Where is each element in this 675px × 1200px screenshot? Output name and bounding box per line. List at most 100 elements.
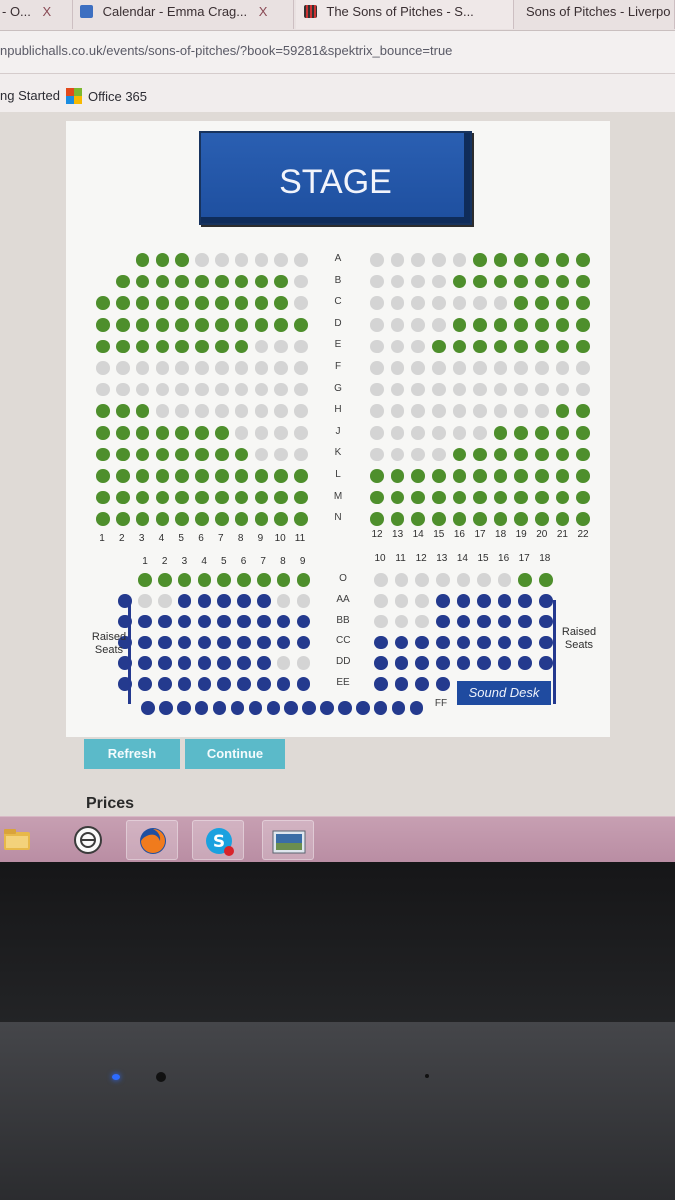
seat[interactable]	[370, 490, 384, 505]
seat[interactable]	[535, 469, 549, 483]
seat[interactable]	[411, 469, 425, 483]
tab-outlook[interactable]: - O... X	[0, 0, 73, 29]
seat[interactable]	[294, 490, 308, 505]
seat[interactable]	[555, 404, 570, 418]
seat[interactable]	[432, 490, 446, 505]
seat[interactable]	[473, 490, 487, 505]
seat[interactable]	[493, 469, 508, 483]
seat[interactable]	[576, 426, 590, 440]
tab-sons-of-pitches[interactable]: The Sons of Pitches - S...	[296, 0, 514, 29]
seat[interactable]	[535, 296, 549, 310]
seat[interactable]	[473, 339, 487, 354]
seat[interactable]	[514, 318, 528, 332]
skype-icon[interactable]: S	[192, 820, 244, 860]
seat[interactable]	[555, 512, 570, 526]
bookmark-office-365[interactable]: Office 365	[66, 88, 147, 104]
seat[interactable]	[135, 426, 150, 440]
seat[interactable]	[518, 573, 532, 587]
seat[interactable]	[576, 490, 590, 505]
seat[interactable]	[155, 296, 170, 310]
seat[interactable]	[96, 404, 110, 418]
seat[interactable]	[234, 318, 249, 332]
seat[interactable]	[215, 469, 229, 483]
seat[interactable]	[116, 512, 130, 526]
seat[interactable]	[195, 318, 209, 332]
close-icon[interactable]: X	[43, 4, 52, 19]
seat[interactable]	[175, 426, 189, 440]
seat[interactable]	[96, 296, 110, 310]
seat[interactable]	[555, 426, 570, 440]
seat[interactable]	[555, 318, 570, 332]
seat[interactable]	[155, 469, 170, 483]
seat[interactable]	[294, 318, 308, 332]
seat[interactable]	[370, 469, 384, 483]
seat[interactable]	[473, 253, 487, 267]
seat[interactable]	[96, 339, 110, 354]
seat[interactable]	[432, 469, 446, 483]
seat[interactable]	[576, 296, 590, 310]
seat[interactable]	[535, 426, 549, 440]
seat[interactable]	[254, 512, 269, 526]
seat[interactable]	[195, 339, 209, 354]
seat[interactable]	[195, 274, 209, 289]
tab-calendar[interactable]: Calendar - Emma Crag... X	[72, 0, 294, 29]
seat[interactable]	[257, 573, 271, 587]
seat[interactable]	[135, 318, 150, 332]
seat[interactable]	[535, 318, 549, 332]
seat[interactable]	[473, 447, 487, 462]
seat[interactable]	[493, 318, 508, 332]
seat[interactable]	[116, 274, 130, 289]
seat[interactable]	[254, 469, 269, 483]
seat[interactable]	[555, 296, 570, 310]
seat[interactable]	[514, 296, 528, 310]
seat[interactable]	[96, 318, 110, 332]
seat[interactable]	[195, 490, 209, 505]
seat[interactable]	[175, 469, 189, 483]
refresh-button[interactable]: Refresh	[84, 739, 180, 769]
seat[interactable]	[155, 318, 170, 332]
folder-icon[interactable]	[0, 820, 46, 860]
seat[interactable]	[535, 339, 549, 354]
seat[interactable]	[576, 339, 590, 354]
circle-app-icon[interactable]	[62, 820, 114, 860]
seat[interactable]	[96, 512, 110, 526]
seat[interactable]	[215, 318, 229, 332]
seat[interactable]	[155, 512, 170, 526]
seat[interactable]	[116, 469, 130, 483]
seat[interactable]	[274, 512, 288, 526]
seat[interactable]	[135, 253, 150, 267]
seat[interactable]	[473, 274, 487, 289]
seat[interactable]	[195, 512, 209, 526]
seat[interactable]	[116, 318, 130, 332]
seat[interactable]	[116, 404, 130, 418]
seat[interactable]	[576, 469, 590, 483]
seat[interactable]	[96, 469, 110, 483]
seat[interactable]	[215, 274, 229, 289]
seat[interactable]	[473, 318, 487, 332]
seat[interactable]	[276, 573, 291, 587]
seat[interactable]	[452, 512, 467, 526]
seat[interactable]	[576, 253, 590, 267]
seat[interactable]	[514, 339, 528, 354]
seat[interactable]	[195, 469, 209, 483]
seat[interactable]	[576, 318, 590, 332]
seat[interactable]	[175, 318, 189, 332]
seat[interactable]	[116, 339, 130, 354]
seat[interactable]	[473, 512, 487, 526]
seat[interactable]	[535, 447, 549, 462]
seat[interactable]	[135, 469, 150, 483]
seat[interactable]	[215, 296, 229, 310]
continue-button[interactable]: Continue	[185, 739, 285, 769]
seat[interactable]	[116, 447, 130, 462]
seat[interactable]	[390, 469, 405, 483]
seat[interactable]	[555, 469, 570, 483]
seat[interactable]	[535, 512, 549, 526]
seat[interactable]	[493, 426, 508, 440]
seat[interactable]	[116, 426, 130, 440]
seat[interactable]	[452, 318, 467, 332]
seat[interactable]	[96, 490, 110, 505]
seat[interactable]	[175, 447, 189, 462]
seat[interactable]	[576, 512, 590, 526]
seat[interactable]	[514, 512, 528, 526]
seat[interactable]	[294, 469, 308, 483]
